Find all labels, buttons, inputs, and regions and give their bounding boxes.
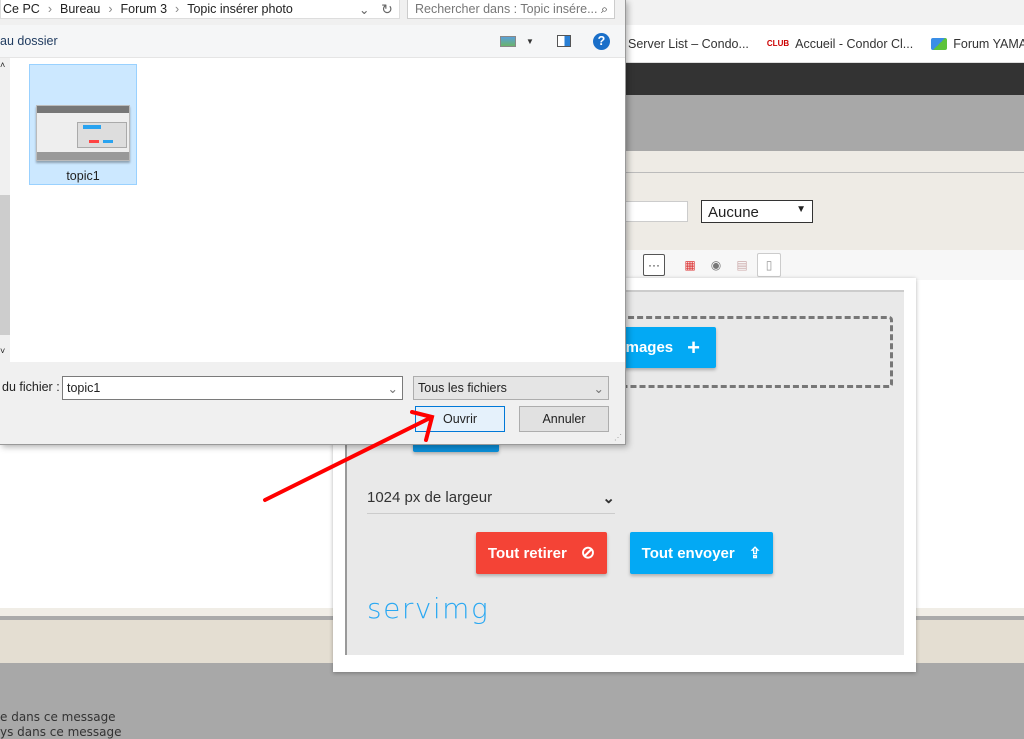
annotation-arrow	[263, 410, 435, 502]
arrow-shaft	[263, 416, 432, 502]
